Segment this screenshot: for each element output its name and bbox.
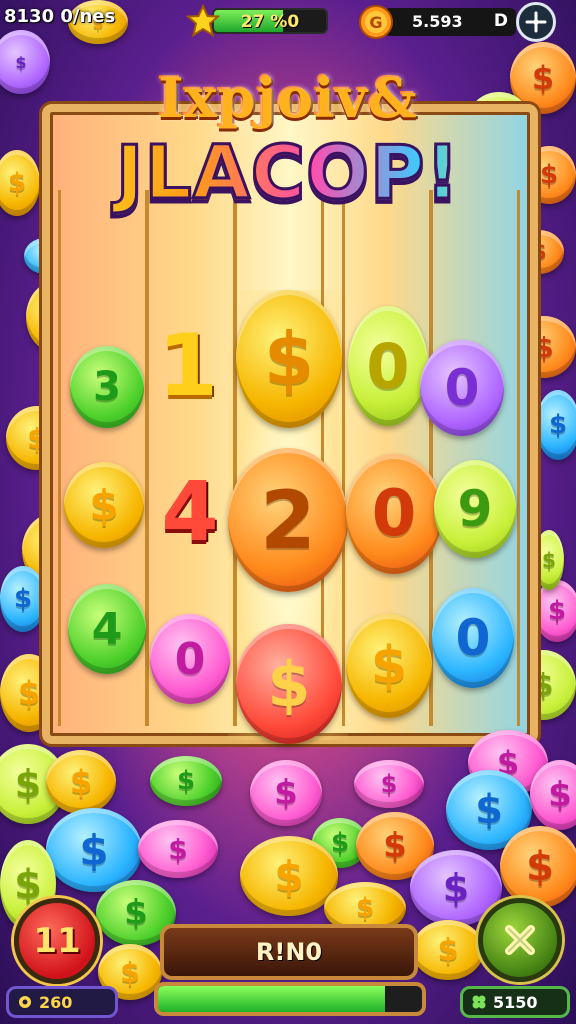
bet-display[interactable]: 260 xyxy=(6,986,118,1018)
gear-icon xyxy=(19,996,31,1008)
reel-symbol: 0 xyxy=(348,306,428,426)
xp-progress-text: 27 %0 xyxy=(240,12,300,32)
coin-icon: $ xyxy=(0,566,46,632)
balance-suffix: D xyxy=(493,11,508,31)
spins-left-value: 11 xyxy=(33,921,81,961)
clover-icon xyxy=(472,995,486,1009)
reel-symbol: 1 xyxy=(158,316,218,416)
win-display: 5150 xyxy=(460,986,570,1018)
spin-progress-bar xyxy=(154,982,426,1016)
xp-progress-bar: 27 %0 xyxy=(212,8,328,34)
balance-display: 5.593 D xyxy=(384,8,516,36)
coin-icon: $ xyxy=(534,530,564,590)
coin-icon: $ xyxy=(138,820,218,878)
reel-symbol: $ xyxy=(64,462,144,548)
title-line-1: Ixpjoiv& xyxy=(158,66,418,130)
cancel-button[interactable] xyxy=(478,898,562,982)
top-hud: 8130 0/nes 27 %0 5.593 D G xyxy=(0,0,576,42)
svg-text:G: G xyxy=(369,13,382,32)
balance-value: 5.593 xyxy=(412,12,463,31)
game-title: Ixpjoiv& JLACOP! xyxy=(60,66,516,256)
spins-left-button[interactable]: 11 xyxy=(14,898,100,984)
title-line-2: JLACOP! xyxy=(60,129,516,218)
reel-symbol: 2 xyxy=(228,448,348,592)
coin-icon: $ xyxy=(0,150,40,216)
close-icon xyxy=(505,925,535,955)
bet-value: 260 xyxy=(39,992,73,1012)
coin-icon: G xyxy=(359,5,393,39)
reel-symbol: $ xyxy=(236,624,342,744)
coin-icon: $ xyxy=(150,756,222,806)
coin-icon: $ xyxy=(412,920,484,980)
coin-icon: $ xyxy=(46,808,142,892)
coin-icon: $ xyxy=(530,760,576,830)
coin-icon: $ xyxy=(536,390,576,460)
session-counter: 8130 0/nes xyxy=(4,6,116,27)
reel-symbol: 0 xyxy=(432,588,514,688)
coin-icon: $ xyxy=(500,826,576,908)
reel-symbol: $ xyxy=(236,290,342,428)
reel-symbol: 0 xyxy=(420,340,504,436)
spin-progress-fill xyxy=(158,986,386,1012)
star-icon xyxy=(186,4,220,38)
reel-symbol: 4 xyxy=(68,584,146,674)
game-screen: $ $ $ $ $ $ $ $ $ $ $ $ $ $ $ $ $ $ 8130… xyxy=(0,0,576,1024)
refresh-button[interactable] xyxy=(516,2,556,42)
reel-symbol: 0 xyxy=(150,614,230,704)
coin-icon: $ xyxy=(46,750,116,814)
spin-mode-text: R!N0 xyxy=(255,938,323,966)
win-value: 5150 xyxy=(493,992,538,1012)
spin-mode-label[interactable]: R!N0 xyxy=(160,924,418,980)
reel-symbol: 0 xyxy=(346,454,442,574)
reel-symbol: 9 xyxy=(434,460,516,558)
coin-icon: $ xyxy=(250,760,322,826)
reel-symbol: 3 xyxy=(70,346,144,428)
coin-icon: $ xyxy=(354,760,424,808)
coin-icon: $ xyxy=(534,580,576,642)
reel-symbol: 4 xyxy=(161,464,219,560)
refresh-icon xyxy=(525,11,547,33)
reel-symbol: $ xyxy=(346,614,432,718)
